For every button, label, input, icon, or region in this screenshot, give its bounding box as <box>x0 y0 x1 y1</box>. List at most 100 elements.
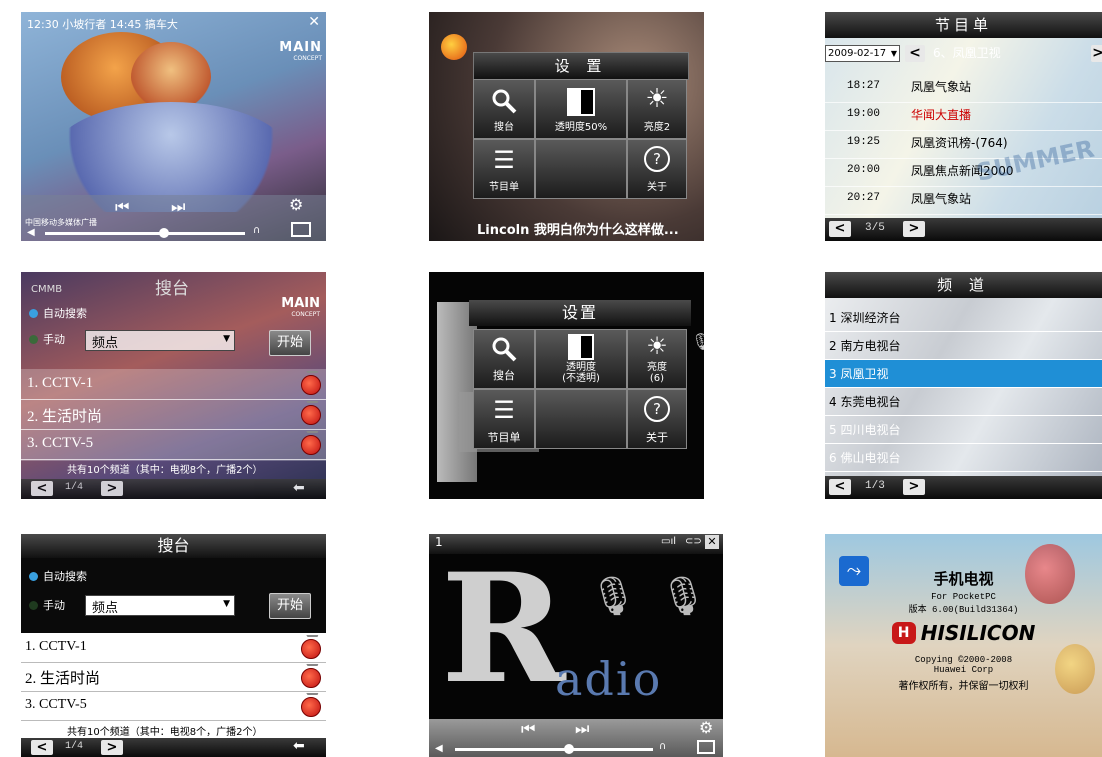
program-time: 20:27 <box>847 192 881 204</box>
frequency-select[interactable]: 频点 ▼ <box>85 330 235 351</box>
headphone-icon[interactable]: ∩ <box>659 741 666 752</box>
next-icon[interactable]: ⏭ <box>171 197 185 217</box>
list-item[interactable]: 1. CCTV-1 <box>21 369 326 400</box>
list-item[interactable]: 3. CCTV-5 <box>21 429 326 460</box>
subtitle-caption: Lincoln 我明白你为什么这样做... <box>477 223 679 238</box>
logo-main-text: MAIN <box>279 40 322 55</box>
manual-scan-label: 手动 <box>43 599 65 612</box>
settings-cell-search[interactable]: 搜台 <box>473 79 535 139</box>
volume-knob[interactable] <box>564 744 574 754</box>
list-item[interactable]: 2. 生活时尚 <box>21 662 326 692</box>
next-channel-button[interactable]: > <box>1091 45 1102 62</box>
channel-name: 2 南方电视台 <box>829 339 901 353</box>
microphone-art-icon: 🎙 <box>589 574 638 618</box>
next-page-button[interactable]: > <box>903 479 925 495</box>
screen-icon[interactable] <box>697 740 715 754</box>
brightness-icon: ☀ <box>645 84 669 114</box>
prev-page-button[interactable]: < <box>829 221 851 237</box>
settings-cell-program-list[interactable]: ☰ 节目单 <box>473 389 535 449</box>
channel-name: 4 东莞电视台 <box>829 395 901 409</box>
microphone-art-icon: 🎙 <box>691 332 704 351</box>
channel-list: 1 深圳经济台 2 南方电视台 3 凤凰卫视 4 东莞电视台 5 四川电视台 6… <box>825 304 1102 472</box>
settings-cell-empty <box>535 389 627 449</box>
prev-page-button[interactable]: < <box>829 479 851 495</box>
list-item[interactable]: 6 佛山电视台 <box>825 444 1102 472</box>
volume-slider[interactable] <box>455 748 653 751</box>
list-item[interactable]: 1 深圳经济台 <box>825 304 1102 332</box>
screen-icon[interactable] <box>291 222 311 237</box>
rights-line: 著作权所有，并保留一切权利 <box>898 681 1029 692</box>
settings-cell-transparency[interactable]: 透明度 (不透明) <box>535 329 627 389</box>
tv-channel-icon <box>301 405 321 425</box>
program-time: 19:00 <box>847 108 881 120</box>
list-item[interactable]: 18:27 凤凰气象站 <box>825 74 1102 103</box>
auto-scan-radio[interactable] <box>29 572 38 581</box>
settings-title-text: 设置 <box>561 303 598 322</box>
list-item[interactable]: 5 四川电视台 <box>825 416 1102 444</box>
manual-scan-radio[interactable] <box>29 335 38 344</box>
subtitle-text: 中国移动多媒体广播 <box>25 218 97 227</box>
settings-cell-brightness[interactable]: ☀ 亮度 (6) <box>627 329 687 389</box>
about-icon: ? <box>644 146 670 172</box>
settings-cell-label: 关于 <box>647 182 667 193</box>
next-page-button[interactable]: > <box>903 221 925 237</box>
channel-name: 1 深圳经济台 <box>829 311 901 325</box>
start-scan-button[interactable]: 开始 <box>269 330 311 356</box>
radio-art-word: adio <box>555 652 663 706</box>
prev-icon[interactable]: ⏮ <box>521 719 535 739</box>
app-platform: For PocketPC <box>931 592 996 602</box>
next-page-button[interactable]: > <box>101 481 123 496</box>
transparency-icon <box>568 334 594 360</box>
screen-channel-scan: 搜台 自动搜索 手动 频点 ▼ 开始 1. CCTV-1 2. 生活时尚 3. … <box>21 534 326 757</box>
next-page-button[interactable]: > <box>101 740 123 755</box>
brand-logo-icon: H <box>891 622 916 644</box>
volume-icon[interactable]: ◀ <box>27 227 35 238</box>
list-item[interactable]: 4 东莞电视台 <box>825 388 1102 416</box>
volume-icon[interactable]: ◀ <box>435 743 443 754</box>
auto-scan-radio[interactable] <box>29 309 38 318</box>
prev-page-button[interactable]: < <box>31 481 53 496</box>
list-item[interactable]: 2 南方电视台 <box>825 332 1102 360</box>
list-item-selected[interactable]: 3 凤凰卫视 <box>825 360 1102 388</box>
list-item[interactable]: 3. CCTV-5 <box>21 691 326 721</box>
control-bar: ⏮ ⏭ ⚙ 中国移动多媒体广播 ◀ ∩ <box>21 195 326 241</box>
frequency-select-value: 频点 <box>92 601 119 616</box>
gear-icon[interactable]: ⚙ <box>699 718 713 737</box>
settings-cell-search[interactable]: 搜台 <box>473 329 535 389</box>
settings-cell-program-list[interactable]: ☰ 节目单 <box>473 139 535 199</box>
gear-icon[interactable]: ⚙ <box>289 195 303 214</box>
settings-cell-about[interactable]: ? 关于 <box>627 139 687 199</box>
prev-icon[interactable]: ⏮ <box>115 197 129 217</box>
back-icon[interactable]: ⬅ <box>293 480 305 496</box>
settings-cell-empty <box>535 139 627 199</box>
chevron-down-icon: ▼ <box>890 49 897 58</box>
volume-slider[interactable] <box>45 232 245 235</box>
program-name: 凤凰气象站 <box>911 80 972 94</box>
start-scan-label: 开始 <box>276 598 303 613</box>
headphone-icon[interactable]: ∩ <box>253 225 260 236</box>
close-icon[interactable]: ✕ <box>705 535 719 549</box>
date-select[interactable]: 2009-02-17 ▼ <box>825 45 900 62</box>
settings-cell-brightness[interactable]: ☀ 亮度2 <box>627 79 687 139</box>
frequency-select[interactable]: 频点 ▼ <box>85 595 235 616</box>
settings-cell-transparency[interactable]: 透明度50% <box>535 79 627 139</box>
next-icon[interactable]: ⏭ <box>575 719 589 739</box>
about-panel: 手机电视 For PocketPC 版本 6.00(Build31364) H … <box>825 568 1102 728</box>
prev-channel-button[interactable]: < <box>905 45 925 62</box>
close-icon[interactable]: ✕ <box>308 14 320 30</box>
settings-title: 设 置 <box>473 52 689 80</box>
list-item[interactable]: 1. CCTV-1 <box>21 633 326 663</box>
list-item[interactable]: 19:00 华闻大直播 <box>825 102 1102 131</box>
settings-cell-about[interactable]: ? 关于 <box>627 389 687 449</box>
scan-title: 搜台 <box>155 279 189 299</box>
prev-page-button[interactable]: < <box>31 740 53 755</box>
start-scan-button[interactable]: 开始 <box>269 593 311 619</box>
volume-knob[interactable] <box>159 228 169 238</box>
list-item[interactable]: 20:27 凤凰气象站 <box>825 186 1102 215</box>
channel-name: 2. 生活时尚 <box>27 409 103 425</box>
app-title: 手机电视 <box>933 570 994 588</box>
channel-name: 3. CCTV-5 <box>25 697 87 712</box>
back-icon[interactable]: ⬅ <box>293 738 305 754</box>
list-item[interactable]: 2. 生活时尚 <box>21 399 326 430</box>
manual-scan-radio[interactable] <box>29 601 38 610</box>
